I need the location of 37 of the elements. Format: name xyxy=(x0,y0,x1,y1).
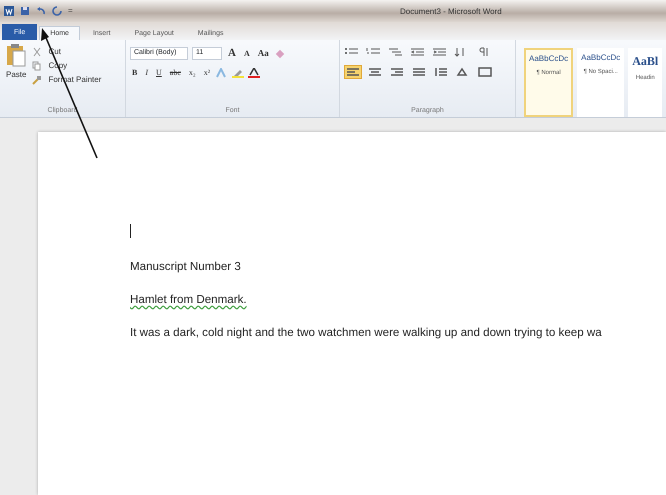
save-icon[interactable] xyxy=(20,6,30,16)
font-button[interactable]: A xyxy=(226,48,238,59)
font-button[interactable]: A xyxy=(242,50,252,58)
outdent-icon[interactable] xyxy=(410,47,424,57)
paste-button[interactable]: Paste xyxy=(4,71,28,79)
copy-icon xyxy=(32,61,42,71)
format-button[interactable]: x₂ xyxy=(186,69,198,77)
style-sample: AaBl xyxy=(632,53,658,70)
style-sample: AaBbCcDc xyxy=(529,53,568,65)
paste-icon[interactable] xyxy=(6,43,26,67)
line-spacing-icon[interactable] xyxy=(434,67,448,77)
window-title: Document3 - Microsoft Word xyxy=(400,6,502,18)
document-paragraph: It was a dark, cold night and the two watchmen were walking up and down trying to keep wa xyxy=(130,325,602,340)
customize-menu[interactable]: = xyxy=(68,5,73,17)
format-button[interactable]: B xyxy=(130,69,140,77)
word-icon[interactable] xyxy=(4,6,14,16)
font-color-icon[interactable] xyxy=(248,68,260,78)
style-sample: AaBbCcDc xyxy=(581,52,620,64)
document-paragraph: Manuscript Number 3 xyxy=(130,259,241,274)
format-button[interactable]: x² xyxy=(202,69,212,77)
bullets-icon[interactable] xyxy=(344,47,358,57)
redo-icon[interactable] xyxy=(52,6,62,16)
format-button[interactable]: I xyxy=(143,69,150,77)
indent-icon[interactable] xyxy=(432,47,446,57)
format-button[interactable]: U xyxy=(154,69,164,77)
multilevel-list-icon[interactable] xyxy=(388,47,402,57)
document-paragraph: Hamlet from Denmark. xyxy=(130,292,247,308)
undo-icon[interactable] xyxy=(36,6,46,16)
align-left-icon[interactable] xyxy=(346,67,360,77)
format-button[interactable]: abc xyxy=(168,69,183,77)
font-button[interactable]: Aa xyxy=(256,49,271,58)
borders-icon[interactable] xyxy=(478,67,492,77)
scissors-icon xyxy=(32,47,42,57)
align-right-icon[interactable] xyxy=(390,67,404,77)
brush-icon xyxy=(32,75,42,85)
align-center-icon[interactable] xyxy=(368,67,382,77)
justify-icon[interactable] xyxy=(412,67,426,77)
